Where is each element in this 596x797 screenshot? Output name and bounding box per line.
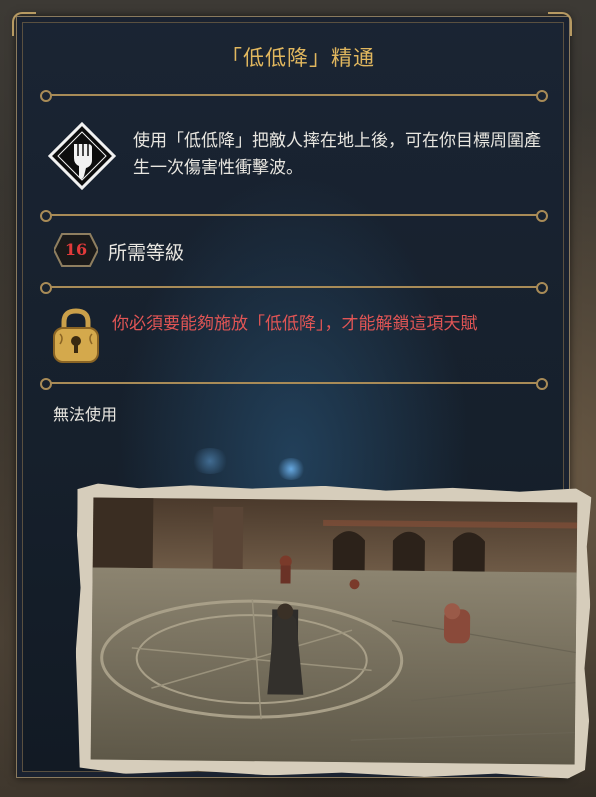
unlock-requirement-message: 你必須要能夠施放「低低降」，才能解鎖這項天賦 <box>112 314 478 334</box>
divider <box>40 210 548 222</box>
ornate-corner <box>12 12 36 36</box>
talent-title: 「低低降」精通 <box>221 46 375 70</box>
golden-padlock-icon <box>53 308 99 363</box>
hand-pointing-down-icon <box>48 122 116 190</box>
divider <box>40 378 548 390</box>
magic-glow <box>276 458 306 480</box>
availability-status: 無法使用 <box>53 405 118 424</box>
talent-description: 使用「低低降」把敵人摔在地上後，可在你目標周圍產生一次傷害性衝擊波。 <box>133 131 541 178</box>
arena-combat-preview-image <box>90 497 578 765</box>
required-level-value: 16 <box>64 240 88 259</box>
divider <box>40 282 548 294</box>
required-level-label: 所需等級 <box>108 242 185 264</box>
magic-glow <box>190 448 230 474</box>
talent-preview-card <box>74 483 591 778</box>
divider <box>40 90 548 102</box>
ornate-corner <box>548 12 572 36</box>
